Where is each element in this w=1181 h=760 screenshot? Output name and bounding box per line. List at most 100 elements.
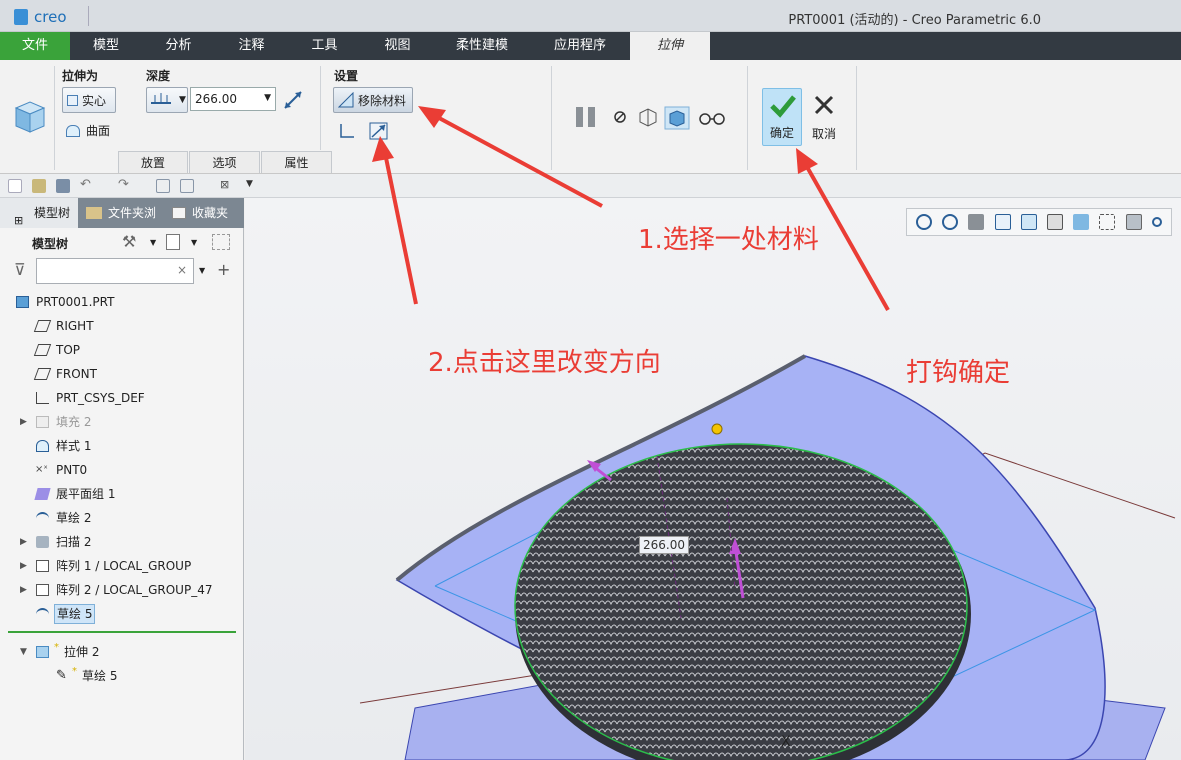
windows-icon[interactable]	[180, 179, 194, 193]
graphics-viewport[interactable]: 266.00 X	[245, 198, 1181, 760]
filter-input[interactable]: ×	[36, 258, 194, 284]
tree-item-pattern2[interactable]: ▶ 阵列 2 / LOCAL_GROUP_47	[0, 578, 240, 602]
tab-model[interactable]: 模型	[70, 32, 142, 60]
undo-icon[interactable]: ↶	[80, 177, 91, 192]
tab-favorites-label: 收藏夹	[192, 206, 229, 220]
tree-item-extrude-sketch[interactable]: ✎ * 草绘 5	[0, 664, 240, 688]
save-icon[interactable]	[56, 179, 70, 193]
datum-plane-icon	[33, 368, 52, 380]
tree-item-right[interactable]: RIGHT	[0, 314, 240, 338]
flip-depth-icon[interactable]	[283, 90, 303, 110]
depth-option-button[interactable]: ▼	[146, 87, 188, 113]
cancel-button[interactable]: 取消	[804, 88, 844, 146]
tree-item-front[interactable]: FRONT	[0, 362, 240, 386]
csys-icon	[36, 392, 49, 404]
tree-item-label: 阵列 2 / LOCAL_GROUP_47	[56, 583, 213, 597]
close-window-icon[interactable]: ⊠	[220, 178, 229, 191]
tree-item-sweep[interactable]: ▶ 扫描 2	[0, 530, 240, 554]
ribbon-separator	[747, 66, 748, 170]
tree-item-pattern1[interactable]: ▶ 阵列 1 / LOCAL_GROUP	[0, 554, 240, 578]
depth-dimension-label[interactable]: 266.00	[639, 536, 689, 554]
window-title: PRT0001 (活动的) - Creo Parametric 6.0	[788, 13, 1041, 28]
sketch-edit-icon: ✎	[56, 668, 67, 683]
expand-icon[interactable]: ▶	[20, 530, 27, 554]
tab-folder-browser[interactable]: 文件夹浏	[78, 198, 160, 228]
tab-tools[interactable]: 工具	[288, 32, 361, 60]
tree-item-sketch5[interactable]: 草绘 5	[0, 602, 240, 626]
drag-handle[interactable]	[711, 423, 723, 435]
chevron-down-icon[interactable]: ▼	[150, 238, 156, 247]
tree-item-part[interactable]: PRT0001.PRT	[0, 290, 240, 314]
tree-icon: ⊞	[14, 214, 24, 227]
solid-button[interactable]: 实心	[62, 87, 116, 113]
tab-annotate[interactable]: 注释	[215, 32, 288, 60]
tab-view[interactable]: 视图	[361, 32, 434, 60]
tab-analysis[interactable]: 分析	[142, 32, 215, 60]
tree-settings-icon[interactable]: ⚒	[122, 232, 136, 251]
geometry-preview-icon[interactable]	[664, 106, 690, 130]
title-separator	[88, 6, 89, 26]
filter-icon[interactable]: ⊽	[14, 260, 26, 279]
ok-button[interactable]: 确定	[762, 88, 802, 146]
settings-label: 设置	[334, 69, 359, 83]
tree-item-flatten[interactable]: 展平面组 1	[0, 482, 240, 506]
creo-logo: creo	[14, 8, 67, 26]
checkmark-icon	[770, 95, 796, 118]
mesh-preview-icon[interactable]	[637, 107, 659, 127]
axis-label: X	[781, 734, 791, 750]
customize-dropdown-icon[interactable]: ▼	[246, 179, 253, 189]
regenerate-icon[interactable]	[156, 179, 170, 193]
depth-dropdown-icon[interactable]: ▼	[264, 93, 271, 103]
expand-icon[interactable]: ▶	[20, 554, 27, 578]
clear-icon[interactable]: ×	[177, 263, 187, 277]
tree-item-top[interactable]: TOP	[0, 338, 240, 362]
tree-item-label: PRT0001.PRT	[36, 295, 115, 309]
pause-icon[interactable]	[573, 104, 599, 130]
tree-item-point[interactable]: ×ˣ PNT0	[0, 458, 240, 482]
remove-material-button[interactable]: 移除材料	[333, 87, 413, 113]
ribbon: 拉伸为 实心 曲面 深度 ▼ 266.00 ▼ 设置 移除材料 放置 选项 属性	[0, 60, 1181, 174]
extrude-icon	[14, 101, 46, 133]
tree-columns-icon[interactable]	[166, 234, 180, 250]
thicken-sketch-icon[interactable]	[338, 122, 356, 140]
redo-icon[interactable]: ↷	[118, 177, 129, 192]
textured-disk	[514, 443, 968, 760]
change-direction-icon[interactable]	[368, 121, 390, 141]
tree-item-label: 扫描 2	[56, 535, 92, 549]
tree-item-extrude2[interactable]: ▼ * 拉伸 2	[0, 640, 240, 664]
left-panel: ⊞ 模型树 文件夹浏 收藏夹 模型树 ⚒ ▼ ▼ ⊽ × ▼ + PRT0001…	[0, 198, 244, 760]
tree-item-fill[interactable]: ▶ 填充 2	[0, 410, 240, 434]
tab-properties[interactable]: 属性	[261, 151, 332, 173]
tree-item-csys[interactable]: PRT_CSYS_DEF	[0, 386, 240, 410]
expand-icon[interactable]: ▶	[20, 578, 27, 602]
depth-input[interactable]: 266.00 ▼	[190, 87, 276, 111]
tree-item-style[interactable]: 样式 1	[0, 434, 240, 458]
tab-model-tree[interactable]: ⊞ 模型树	[0, 198, 78, 228]
add-filter-icon[interactable]: +	[217, 260, 230, 279]
tab-flexible-modeling[interactable]: 柔性建模	[434, 32, 530, 60]
tab-extrude[interactable]: 拉伸	[630, 32, 710, 60]
tab-placement[interactable]: 放置	[118, 151, 188, 173]
show-icon[interactable]	[212, 234, 230, 250]
new-file-icon[interactable]	[8, 179, 22, 193]
cancel-label: 取消	[811, 127, 836, 141]
expand-icon[interactable]: ▶	[20, 410, 27, 434]
datum-plane-icon	[33, 320, 52, 332]
tab-applications[interactable]: 应用程序	[530, 32, 630, 60]
no-preview-icon[interactable]	[612, 109, 628, 125]
verify-glasses-icon[interactable]	[698, 110, 726, 126]
tab-favorites[interactable]: 收藏夹	[160, 198, 244, 228]
favorites-icon	[172, 207, 186, 219]
tree-item-label: 拉伸 2	[64, 645, 100, 659]
collapse-icon[interactable]: ▼	[20, 640, 27, 664]
new-feature-star-icon: *	[72, 666, 77, 677]
chevron-down-icon[interactable]: ▼	[199, 266, 205, 275]
tab-file[interactable]: 文件	[0, 32, 70, 60]
tree-item-label: 草绘 5	[82, 669, 118, 683]
tree-item-label: 展平面组 1	[56, 487, 116, 501]
open-folder-icon[interactable]	[32, 179, 46, 193]
tree-item-sketch2[interactable]: 草绘 2	[0, 506, 240, 530]
chevron-down-icon[interactable]: ▼	[191, 238, 197, 247]
surface-button[interactable]: 曲面	[66, 122, 110, 139]
tab-options[interactable]: 选项	[189, 151, 260, 173]
